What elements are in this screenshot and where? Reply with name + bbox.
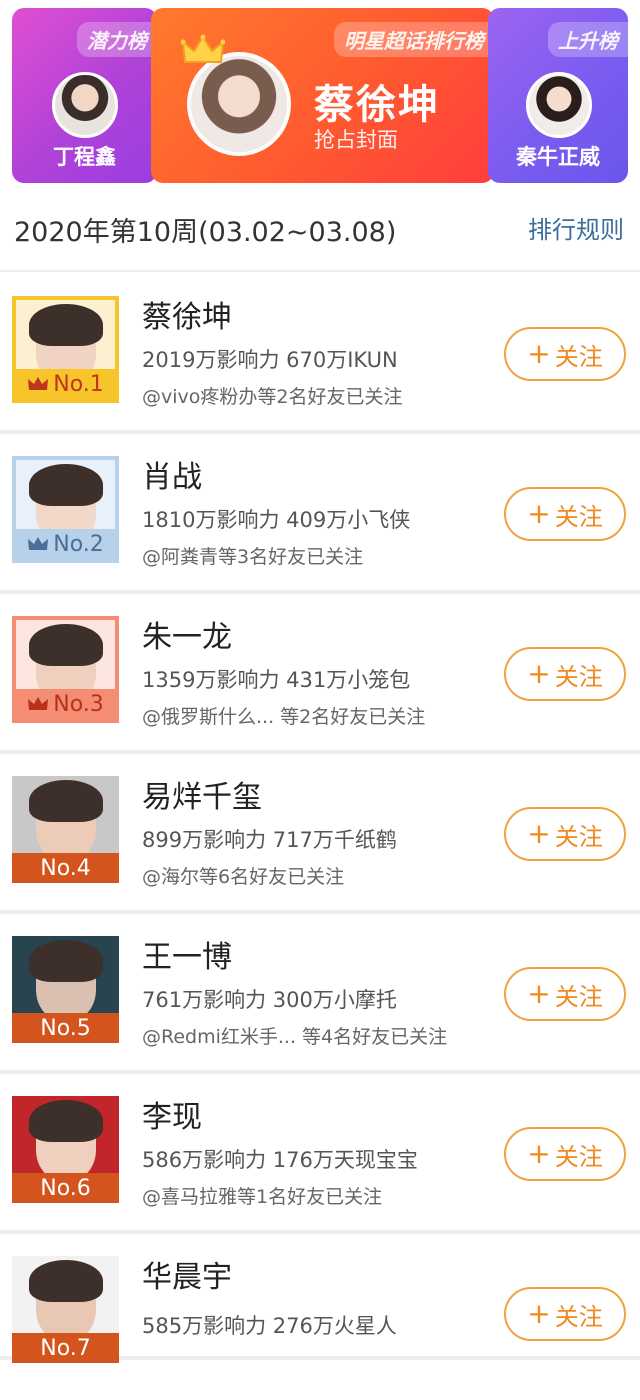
rank-badge: No.1 [16,369,115,399]
potential-list-banner[interactable]: 潜力榜 丁程鑫 [12,8,157,183]
follow-button[interactable]: + 关注 [504,647,626,701]
friends-following[interactable]: @海尔等6名好友已关注 [142,862,344,889]
superchat-ranking-banner[interactable]: 明星超话排行榜 蔡徐坤 抢占封面 [151,8,494,183]
rank-number: No.1 [53,371,104,397]
hair-shape [28,1260,103,1302]
plus-icon: + [527,1297,551,1330]
hair-shape [28,940,103,982]
crown-icon [181,34,225,63]
star-name[interactable]: 华晨宇 [142,1252,232,1296]
follow-label: 关注 [554,342,603,371]
follow-button[interactable]: + 关注 [504,1287,626,1341]
potential-list-tag: 潜力榜 [77,22,157,57]
friends-following[interactable]: @Redmi红米手... 等4名好友已关注 [142,1022,447,1049]
influence-stats: 1810万影响力 409万小飞侠 [142,508,411,532]
rank-number: No.2 [53,531,104,557]
plus-icon: + [527,497,551,530]
follow-button[interactable]: + 关注 [504,807,626,861]
potential-avatar [52,72,118,138]
hair-shape [28,304,103,346]
star-photo: No.5 [12,936,119,1043]
star-photo: No.3 [12,616,119,723]
influence-stats: 586万影响力 176万天现宝宝 [142,1148,418,1172]
rank-row[interactable]: No.1 蔡徐坤 2019万影响力 670万IKUN @vivo疼粉办等2名好友… [0,274,640,434]
follow-label: 关注 [554,1142,603,1171]
cover-caption: 抢占封面 [314,128,398,152]
plus-icon: + [527,817,551,850]
follow-button[interactable]: + 关注 [504,967,626,1021]
plus-icon: + [527,657,551,690]
star-name[interactable]: 易烊千玺 [142,772,262,816]
rising-avatar [526,72,592,138]
friends-following[interactable]: @阿粪青等3名好友已关注 [142,542,363,569]
star-name[interactable]: 王一博 [142,932,232,976]
hair-shape [28,624,103,666]
rank-badge: No.3 [16,689,115,719]
star-photo: No.1 [12,296,119,403]
top-banners: 潜力榜 丁程鑫 明星超话排行榜 蔡徐坤 抢占封面 上升榜 秦牛正威 [0,0,640,195]
follow-label: 关注 [554,822,603,851]
crown-icon [28,697,49,710]
hair-shape [28,1100,103,1142]
follow-label: 关注 [554,662,603,691]
top-star-name: 蔡徐坤 [314,82,440,128]
plus-icon: + [527,1137,551,1170]
rank-number: No.4 [40,855,91,881]
influence-stats: 2019万影响力 670万IKUN [142,348,398,372]
hair-shape [28,464,103,506]
rank-number: No.5 [40,1015,91,1041]
follow-label: 关注 [554,502,603,531]
rising-star-name: 秦牛正威 [516,145,600,169]
plus-icon: + [527,977,551,1010]
ranking-rules-link[interactable]: 排行规则 [528,210,624,245]
rising-list-tag: 上升榜 [548,22,628,57]
rank-row[interactable]: No.5 王一博 761万影响力 300万小摩托 @Redmi红米手... 等4… [0,914,640,1074]
star-name[interactable]: 肖战 [142,452,202,496]
rank-number: No.3 [53,691,104,717]
hair-shape [28,780,103,822]
rank-number: No.6 [40,1175,91,1201]
potential-star-name: 丁程鑫 [53,145,116,169]
rank-badge: No.2 [16,529,115,559]
follow-button[interactable]: + 关注 [504,487,626,541]
friends-following[interactable]: @俄罗斯什么... 等2名好友已关注 [142,702,425,729]
star-name[interactable]: 朱一龙 [142,612,232,656]
week-header: 2020年第10周(03.02~03.08) 排行规则 [0,196,640,272]
star-photo: No.6 [12,1096,119,1203]
star-photo: No.7 [12,1256,119,1363]
superchat-ranking-tag: 明星超话排行榜 [334,22,494,57]
rank-row[interactable]: No.6 李现 586万影响力 176万天现宝宝 @喜马拉雅等1名好友已关注 +… [0,1074,640,1234]
star-name[interactable]: 李现 [142,1092,202,1136]
rank-number: No.7 [40,1335,91,1361]
influence-stats: 1359万影响力 431万小笼包 [142,668,411,692]
rank-badge: No.7 [12,1333,119,1363]
influence-stats: 899万影响力 717万千纸鹤 [142,828,397,852]
star-name[interactable]: 蔡徐坤 [142,292,232,336]
rank-badge: No.6 [12,1173,119,1203]
rising-list-banner[interactable]: 上升榜 秦牛正威 [488,8,628,183]
rank-row[interactable]: No.4 易烊千玺 899万影响力 717万千纸鹤 @海尔等6名好友已关注 + … [0,754,640,914]
follow-label: 关注 [554,982,603,1011]
crown-icon [28,377,49,390]
follow-button[interactable]: + 关注 [504,327,626,381]
rank-row[interactable]: No.2 肖战 1810万影响力 409万小飞侠 @阿粪青等3名好友已关注 + … [0,434,640,594]
follow-label: 关注 [554,1302,603,1331]
rank-badge: No.4 [12,853,119,883]
influence-stats: 761万影响力 300万小摩托 [142,988,397,1012]
friends-following[interactable]: @vivo疼粉办等2名好友已关注 [142,382,402,409]
star-photo: No.2 [12,456,119,563]
follow-button[interactable]: + 关注 [504,1127,626,1181]
rank-badge: No.5 [12,1013,119,1043]
rank-row[interactable]: No.7 华晨宇 585万影响力 276万火星人 + 关注 [0,1234,640,1363]
rank-row[interactable]: No.3 朱一龙 1359万影响力 431万小笼包 @俄罗斯什么... 等2名好… [0,594,640,754]
week-title: 2020年第10周(03.02~03.08) [14,217,397,248]
friends-following[interactable]: @喜马拉雅等1名好友已关注 [142,1182,382,1209]
plus-icon: + [527,337,551,370]
ranking-list: No.1 蔡徐坤 2019万影响力 670万IKUN @vivo疼粉办等2名好友… [0,274,640,1363]
crown-icon [28,537,49,550]
star-photo: No.4 [12,776,119,883]
influence-stats: 585万影响力 276万火星人 [142,1314,397,1338]
